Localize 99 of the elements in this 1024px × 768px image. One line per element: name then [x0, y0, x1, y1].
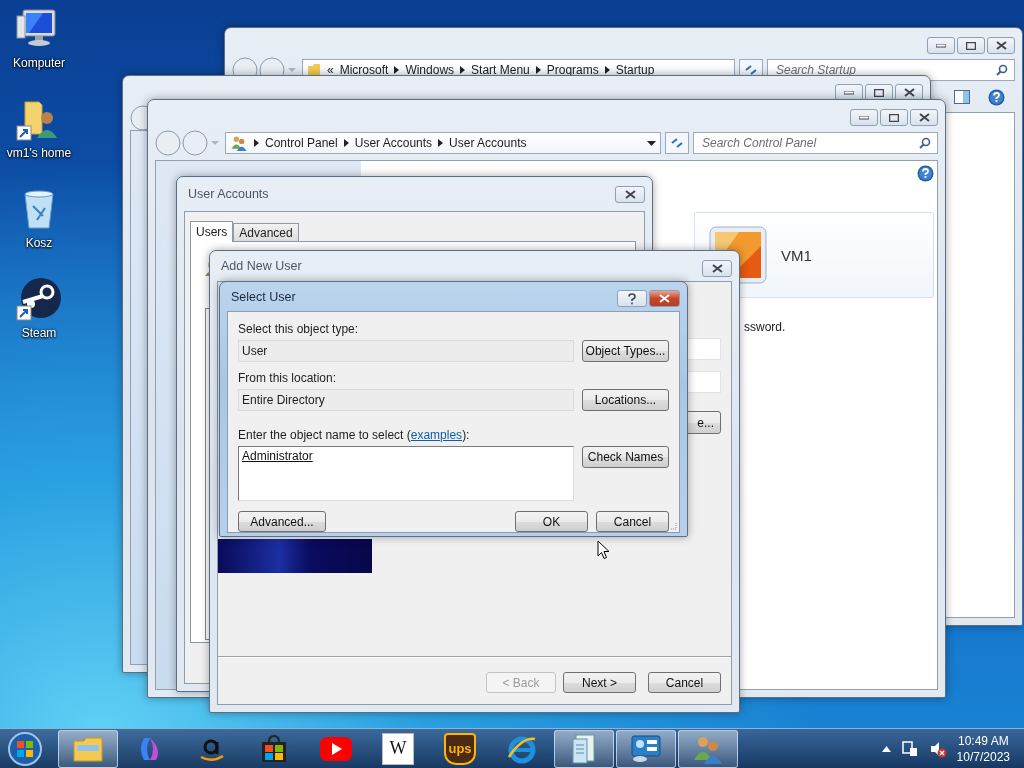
description-text: ssword. [744, 320, 787, 334]
desktop-icon-label[interactable]: Komputer [13, 56, 65, 70]
search-icon [919, 137, 931, 149]
field-label: Select this object type: [238, 322, 360, 336]
minimize-icon [859, 115, 869, 120]
question-mark-icon [628, 292, 636, 305]
desktop-icon-label[interactable]: Kosz [25, 236, 53, 250]
examples-link[interactable]: examples [410, 428, 463, 442]
object-types-button[interactable]: Object Types... [582, 340, 669, 362]
close-button[interactable] [910, 109, 938, 126]
wizard-button[interactable]: Next > [563, 672, 636, 693]
wizard-button[interactable]: Cancel [648, 672, 721, 693]
close-button[interactable] [702, 260, 732, 277]
search-field[interactable]: Search Startup [774, 62, 996, 78]
breadcrumb-item[interactable]: Control Panel [265, 136, 338, 150]
breadcrumb-arrow-icon [535, 66, 541, 74]
object-name-field[interactable]: Administrator [238, 446, 574, 501]
desktop-icon-label[interactable]: Steam [21, 326, 57, 340]
taskbar-button[interactable]: ups [430, 729, 490, 768]
breadcrumb-arrow-icon [394, 66, 400, 74]
play-button-icon [320, 736, 352, 761]
locations-button[interactable]: Locations... [582, 389, 669, 411]
wikipedia-logo: W [382, 732, 414, 765]
object-name-value: Administrator [242, 449, 313, 463]
dialog-title: Add New User [221, 259, 302, 273]
dialog-title: User Accounts [188, 187, 269, 201]
dropdown-arrow-icon[interactable] [647, 140, 656, 146]
breadcrumb-overflow[interactable]: « [327, 63, 334, 77]
dialog-title: Select User [231, 289, 296, 304]
breadcrumb-item[interactable]: Programs [546, 63, 599, 77]
object-type-field[interactable]: User [238, 340, 574, 362]
refresh-button[interactable] [665, 132, 689, 154]
close-icon [918, 113, 930, 122]
breadcrumb-item[interactable]: User Accounts [354, 136, 433, 150]
maximize-icon [874, 88, 884, 97]
resize-grip-icon[interactable] [669, 522, 677, 530]
document-icon [570, 732, 598, 765]
tab[interactable]: Advanced [233, 223, 299, 241]
close-icon [659, 294, 670, 303]
close-button[interactable] [649, 290, 680, 307]
search-field[interactable]: Search Control Panel [700, 135, 919, 151]
desktop-icon-label[interactable]: vm1's home [6, 146, 72, 160]
taskbar-button[interactable]: W [368, 729, 428, 768]
close-button[interactable] [987, 37, 1015, 54]
refresh-icon [670, 137, 684, 149]
account-name: VM1 [781, 246, 812, 264]
preview-pane-icon[interactable] [954, 90, 970, 104]
breadcrumb-item[interactable]: Windows [405, 63, 455, 77]
breadcrumb-arrow-icon [343, 139, 349, 147]
network-icon[interactable] [900, 739, 919, 758]
maximize-icon [966, 41, 976, 50]
close-button[interactable] [615, 186, 645, 203]
location-field[interactable]: Entire Directory [238, 389, 574, 411]
folder-icon [307, 63, 321, 77]
shopping-bag-icon [259, 733, 289, 764]
close-icon [624, 190, 636, 199]
folder-icon [72, 734, 104, 763]
breadcrumb-arrow-icon [438, 139, 444, 147]
breadcrumb-item[interactable]: User Accounts [449, 136, 527, 150]
help-icon[interactable] [917, 165, 934, 182]
show-hidden-icons-icon[interactable] [881, 745, 891, 752]
breadcrumb-item[interactable]: Start Menu [471, 63, 530, 77]
search-icon [996, 64, 1008, 76]
close-icon [903, 88, 915, 97]
minimize-icon [844, 90, 854, 95]
address-bar[interactable]: Control Panel User Accounts User Accounts [225, 132, 661, 154]
tab[interactable]: Users [190, 221, 234, 242]
clock[interactable]: 10:49 AM 10/7/2023 [956, 732, 1010, 765]
cancel-button[interactable]: Cancel [596, 511, 669, 532]
field-label: Enter the object name to select (examples): [238, 428, 471, 442]
check-names-button[interactable]: Check Names [582, 446, 669, 468]
breadcrumb-item[interactable]: Startup [615, 63, 655, 77]
taskbar-button[interactable] [678, 729, 738, 768]
mouse-pointer-icon [597, 540, 610, 560]
maximize-icon [889, 113, 899, 122]
maximize-button[interactable] [880, 109, 908, 126]
breadcrumb-arrow-icon [460, 66, 466, 74]
maximize-button[interactable] [957, 37, 985, 54]
steam-icon[interactable] [15, 276, 63, 322]
taskbar-button[interactable] [616, 729, 676, 768]
field-label: From this location: [238, 371, 338, 385]
refresh-icon [744, 64, 758, 76]
taskbar-button[interactable] [554, 729, 614, 768]
users-icon [230, 135, 248, 151]
ups-logo: ups [444, 732, 476, 765]
taskbar-button[interactable] [58, 729, 118, 768]
help-button[interactable] [617, 290, 647, 307]
search-box[interactable]: Search Control Panel [693, 132, 938, 154]
breadcrumb-arrow-icon [254, 139, 259, 147]
advanced-button[interactable]: Advanced... [238, 511, 326, 532]
help-icon[interactable] [988, 88, 1005, 106]
breadcrumb-arrow-icon [604, 66, 610, 74]
windows-logo-icon [7, 730, 43, 767]
close-icon [711, 264, 723, 273]
breadcrumb-item[interactable]: Microsoft [339, 63, 389, 77]
minimize-icon [936, 43, 946, 48]
close-icon [995, 41, 1007, 50]
ok-button[interactable]: OK [515, 511, 588, 532]
control-panel-icon [630, 733, 662, 764]
